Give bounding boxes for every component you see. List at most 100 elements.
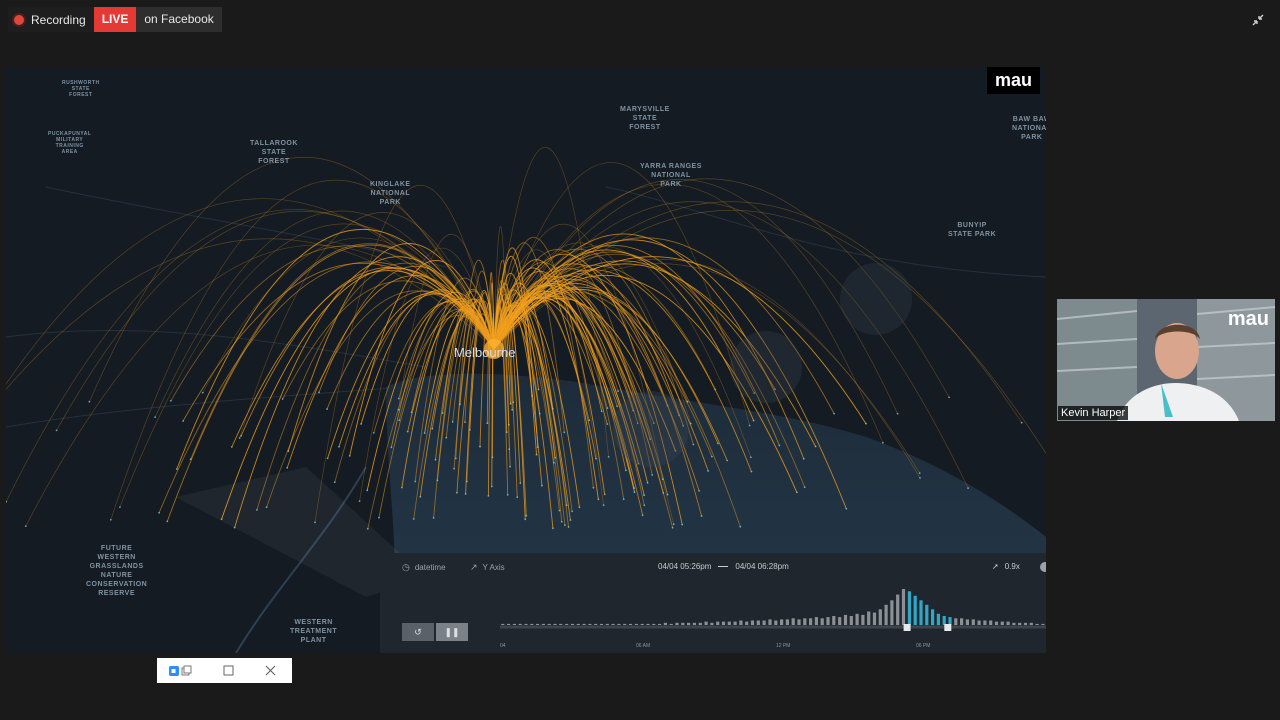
- histogram-bar: [716, 621, 720, 625]
- clock-icon: ◷: [402, 562, 410, 572]
- histogram-bar: [855, 613, 859, 626]
- histogram-bar: [791, 618, 795, 626]
- histogram-bar: [739, 620, 743, 625]
- exit-fullscreen-icon[interactable]: [1250, 12, 1266, 28]
- histogram-bar: [942, 616, 946, 625]
- video-brand-logo: mau: [1227, 308, 1269, 330]
- histogram-bar: [1035, 623, 1039, 625]
- histogram-bar: [994, 621, 999, 625]
- histogram-bar: [687, 622, 691, 626]
- histogram-bar: [547, 623, 551, 625]
- yaxis-selector[interactable]: ↗ Y Axis: [470, 562, 505, 573]
- histogram-bar: [960, 618, 964, 626]
- histogram-bar: [570, 623, 575, 625]
- histogram-bar: [501, 623, 505, 625]
- map-label-treatment: WESTERN TREATMENT PLANT: [290, 619, 338, 644]
- histogram-bar: [925, 604, 929, 626]
- recording-indicator[interactable]: Recording: [8, 7, 94, 32]
- histogram-bar: [913, 595, 917, 626]
- histogram-bar: [640, 623, 644, 625]
- brand-logo: mau: [986, 67, 1040, 94]
- map-label-rushworth: RUSHWORTH STATE FOREST: [62, 80, 100, 98]
- histogram-bar: [780, 619, 784, 625]
- histogram-bar: [756, 620, 760, 625]
- participant-video[interactable]: mau Kevin Harper: [1057, 299, 1275, 421]
- histogram-bar: [849, 616, 853, 625]
- histogram-bar: [675, 622, 679, 626]
- histogram-bar: [646, 623, 650, 625]
- range-handle-end: [944, 624, 952, 631]
- histogram-bar: [797, 619, 801, 625]
- tick-label: 06 AM: [636, 643, 651, 649]
- range-handle-start: [903, 624, 911, 631]
- histogram-bar: [628, 623, 633, 625]
- pause-button[interactable]: ❚❚: [436, 623, 468, 641]
- timeline-header: ◷ datetime ↗ Y Axis 04/04 05:26pm 04/04 0…: [380, 553, 1046, 581]
- histogram-bar: [733, 621, 737, 625]
- histogram-bar: [745, 621, 749, 625]
- close-icon: [265, 665, 275, 676]
- tick-label: 06 PM: [916, 643, 931, 649]
- map-label-tallarook: TALLAROOK STATE FOREST: [250, 140, 298, 165]
- histogram-bar: [983, 620, 987, 625]
- histogram-bar: [768, 619, 772, 625]
- range-start: 04/04 05:26pm: [658, 562, 712, 571]
- histogram-bar: [785, 619, 789, 625]
- histogram-bar: [809, 618, 813, 626]
- live-badge[interactable]: LIVE: [93, 7, 137, 32]
- histogram-bar: [582, 623, 586, 625]
- datetime-selector[interactable]: ◷ datetime: [402, 562, 446, 573]
- histogram-bar: [936, 613, 940, 626]
- map-label-puckapunyal: PUCKAPUNYAL MILITARY TRAINING AREA: [48, 131, 92, 155]
- pause-icon: ❚❚: [444, 627, 460, 637]
- timeline-panel: ◷ datetime ↗ Y Axis 04/04 05:26pm 04/04 0…: [380, 553, 1046, 653]
- view-switch-button[interactable]: [167, 662, 193, 679]
- histogram-bar: [611, 623, 615, 625]
- histogram-bar: [623, 623, 627, 625]
- maximize-button[interactable]: [219, 662, 237, 679]
- speed-control[interactable]: ➚ 0.9x: [992, 562, 1020, 571]
- rewind-icon: ↺: [414, 627, 422, 637]
- participant-name: Kevin Harper: [1058, 406, 1129, 420]
- status-bar: Recording LIVE on Facebook: [8, 7, 222, 32]
- histogram-bar: [826, 617, 830, 625]
- histogram-bar: [658, 623, 662, 625]
- histogram-bar: [820, 618, 824, 626]
- histogram-bar: [594, 623, 598, 625]
- histogram-bar: [652, 623, 656, 625]
- histogram-bar: [814, 617, 818, 625]
- map-label-bunyip: BUNYIP STATE PARK: [948, 222, 997, 238]
- histogram-bar: [698, 622, 702, 626]
- histogram-bar: [576, 623, 580, 625]
- histogram-bar: [867, 611, 871, 625]
- histogram-bar: [1006, 621, 1010, 625]
- histogram-bar: [681, 622, 685, 626]
- histogram-bar: [1012, 622, 1016, 626]
- histogram-bar: [1041, 623, 1045, 625]
- histogram-bar: [559, 623, 563, 625]
- histogram-bar: [971, 619, 975, 625]
- tick-label: 12 PM: [776, 643, 791, 649]
- speed-slider-knob[interactable]: [1040, 562, 1046, 572]
- close-button[interactable]: [261, 662, 279, 679]
- histogram-bar: [977, 620, 981, 625]
- histogram-bar: [518, 623, 522, 625]
- histogram-bar: [861, 614, 865, 625]
- city-label: Melbourne: [454, 345, 516, 360]
- tick-label: 04: [500, 643, 506, 649]
- histogram-bar: [989, 620, 993, 625]
- histogram-bar: [896, 594, 900, 625]
- histogram-bar: [965, 619, 969, 625]
- record-icon: [14, 14, 24, 25]
- histogram-bar: [710, 622, 714, 626]
- time-range: 04/04 05:26pm 04/04 06:28pm: [658, 562, 789, 571]
- histogram-bar: [1018, 622, 1022, 626]
- live-target[interactable]: on Facebook: [136, 7, 222, 32]
- rewind-button[interactable]: ↺: [402, 623, 434, 641]
- line-chart-icon: ↗: [470, 562, 478, 572]
- timeline-histogram[interactable]: [500, 581, 1046, 641]
- histogram-bar: [704, 621, 708, 625]
- histogram-bar: [803, 618, 807, 626]
- map-label-grasslands: FUTURE WESTERN GRASSLANDS NATURE CONSERV…: [86, 545, 148, 597]
- map-label-marysville: MARYSVILLE STATE FOREST: [620, 106, 670, 131]
